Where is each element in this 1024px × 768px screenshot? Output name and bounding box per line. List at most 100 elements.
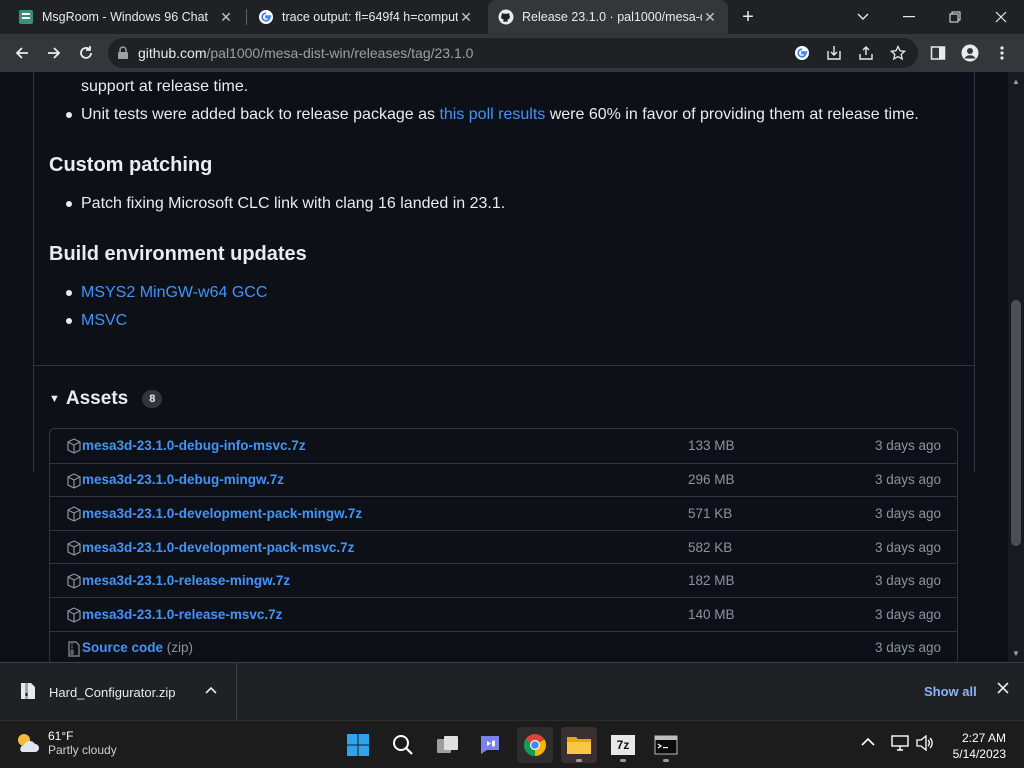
asset-age: 3 days ago [874,505,941,521]
tab-trace-output[interactable]: trace output: fl=649f4 h=computer ✕ [248,0,484,34]
close-download-bar-icon[interactable] [997,681,1009,699]
terminal-icon[interactable] [648,727,684,763]
partial-line: support at release time. [81,78,249,95]
weather-temperature: 61°F [48,729,74,743]
windows-logo-icon [347,734,369,756]
triangle-down-icon: ▼ [49,393,60,405]
asset-age: 3 days ago [874,606,941,622]
back-arrow-icon[interactable] [8,39,36,67]
teams-chat-icon[interactable] [472,727,508,763]
minimize-icon[interactable] [886,0,932,34]
tab-msgroom[interactable]: MsgRoom - Windows 96 Chat ✕ [8,0,244,34]
partly-cloudy-icon [18,734,39,752]
scroll-down-icon[interactable]: ▼ [1008,646,1024,660]
chevron-up-icon[interactable] [205,683,217,697]
text-before-link: Unit tests were added back to release pa… [81,106,440,123]
package-icon [67,506,81,522]
side-panel-icon[interactable] [928,43,948,63]
weather-condition: Partly cloudy [48,743,117,757]
google-lens-icon[interactable] [792,43,812,63]
bullet [66,112,72,118]
assets-count-badge: 8 [142,390,163,408]
asset-size: 296 MB [688,472,735,488]
profile-avatar-icon[interactable] [960,43,980,63]
close-tab-icon[interactable]: ✕ [458,9,474,26]
heading-build-environment: Build environment updates [49,243,307,265]
search-icon[interactable] [385,727,421,763]
close-window-icon[interactable] [978,0,1024,34]
tab-separator [246,9,247,25]
asset-link[interactable]: mesa3d-23.1.0-release-msvc.7z [82,607,282,622]
page-scrollbar[interactable]: ▲ ▼ [1008,72,1024,662]
asset-link[interactable]: mesa3d-23.1.0-debug-info-msvc.7z [82,438,306,453]
msys2-link[interactable]: MSYS2 MinGW-w64 GCC [81,284,267,302]
windows-taskbar: 61°F Partly cloudy 7z 2:27 AM 5/14/2023 [0,720,1024,768]
asset-row: mesa3d-23.1.0-development-pack-mingw.7z … [50,496,957,530]
weather-widget[interactable]: 61°F Partly cloudy [14,729,117,757]
asset-age: 3 days ago [874,472,941,488]
tab-title: MsgRoom - Windows 96 Chat [42,10,209,24]
clock-time: 2:27 AM [961,731,1006,745]
assets-toggle[interactable]: ▼ Assets 8 [49,388,163,410]
tab-release-page[interactable]: Release 23.1.0 · pal1000/mesa-dist-win ✕ [488,0,728,34]
download-bar: Hard_Configurator.zip Show all [0,662,1024,721]
bookmark-star-icon[interactable] [888,43,908,63]
close-tab-icon[interactable]: ✕ [218,9,234,26]
close-tab-icon[interactable]: ✕ [702,9,718,26]
poll-results-link[interactable]: this poll results [439,106,545,123]
file-explorer-icon[interactable] [561,727,597,763]
kebab-menu-icon[interactable] [992,43,1012,63]
url-host: github.com [138,45,207,61]
browser-toolbar: github.com/pal1000/mesa-dist-win/release… [0,34,1024,72]
asset-link[interactable]: mesa3d-23.1.0-release-mingw.7z [82,573,290,588]
asset-row-source-zip: Source code (zip) 3 days ago [50,630,957,662]
volume-icon[interactable] [916,734,934,754]
bullet [66,201,72,207]
package-icon [67,607,81,623]
asset-link[interactable]: mesa3d-23.1.0-development-pack-mingw.7z [82,506,362,521]
asset-age: 3 days ago [874,640,941,656]
heading-custom-patching: Custom patching [49,154,213,176]
tab-search-icon[interactable] [840,0,886,34]
custom-patching-item: Patch fixing Microsoft CLC link with cla… [81,195,506,212]
new-tab-button[interactable]: + [734,0,762,34]
package-icon [67,540,81,556]
restore-icon[interactable] [932,0,978,34]
sevenzip-label: 7z [611,735,635,755]
network-icon[interactable] [891,735,909,754]
show-hidden-icons-chevron[interactable] [861,735,875,750]
asset-row: mesa3d-23.1.0-release-mingw.7z 182 MB 3 … [50,563,957,597]
assets-list: mesa3d-23.1.0-debug-info-msvc.7z 133 MB … [49,428,958,662]
asset-size: 133 MB [688,438,735,454]
asset-row: mesa3d-23.1.0-debug-info-msvc.7z 133 MB … [50,429,957,463]
asset-link[interactable]: mesa3d-23.1.0-development-pack-msvc.7z [82,540,354,555]
share-icon[interactable] [856,43,876,63]
forward-arrow-icon[interactable] [40,39,68,67]
lock-icon[interactable] [108,46,138,60]
scroll-up-icon[interactable]: ▲ [1008,74,1024,88]
source-code-zip-link[interactable]: Source code (zip) [82,640,193,655]
tab-title: trace output: fl=649f4 h=computer [282,10,458,24]
scroll-thumb[interactable] [1011,300,1021,546]
tab-strip: MsgRoom - Windows 96 Chat ✕ trace output… [0,0,1024,34]
system-clock[interactable]: 2:27 AM 5/14/2023 [936,730,1006,762]
section-divider [33,365,975,366]
release-notes-box [33,72,975,472]
asset-row: mesa3d-23.1.0-debug-mingw.7z 296 MB 3 da… [50,462,957,497]
reload-icon[interactable] [72,39,100,67]
asset-size: 571 KB [688,505,733,521]
asset-link[interactable]: mesa3d-23.1.0-debug-mingw.7z [82,472,284,487]
download-item[interactable]: Hard_Configurator.zip [0,663,237,721]
chrome-taskbar-icon[interactable] [517,727,553,763]
show-all-downloads-button[interactable]: Show all [924,684,977,699]
install-app-icon[interactable] [824,43,844,63]
asset-age: 3 days ago [874,438,941,454]
clock-date: 5/14/2023 [952,747,1006,761]
sevenzip-icon[interactable]: 7z [605,727,641,763]
bullet [66,318,72,324]
msvc-link[interactable]: MSVC [81,312,127,330]
asset-row: mesa3d-23.1.0-release-msvc.7z 140 MB 3 d… [50,596,957,631]
google-favicon [258,9,274,25]
task-view-icon[interactable] [430,727,466,763]
start-button[interactable] [340,727,376,763]
